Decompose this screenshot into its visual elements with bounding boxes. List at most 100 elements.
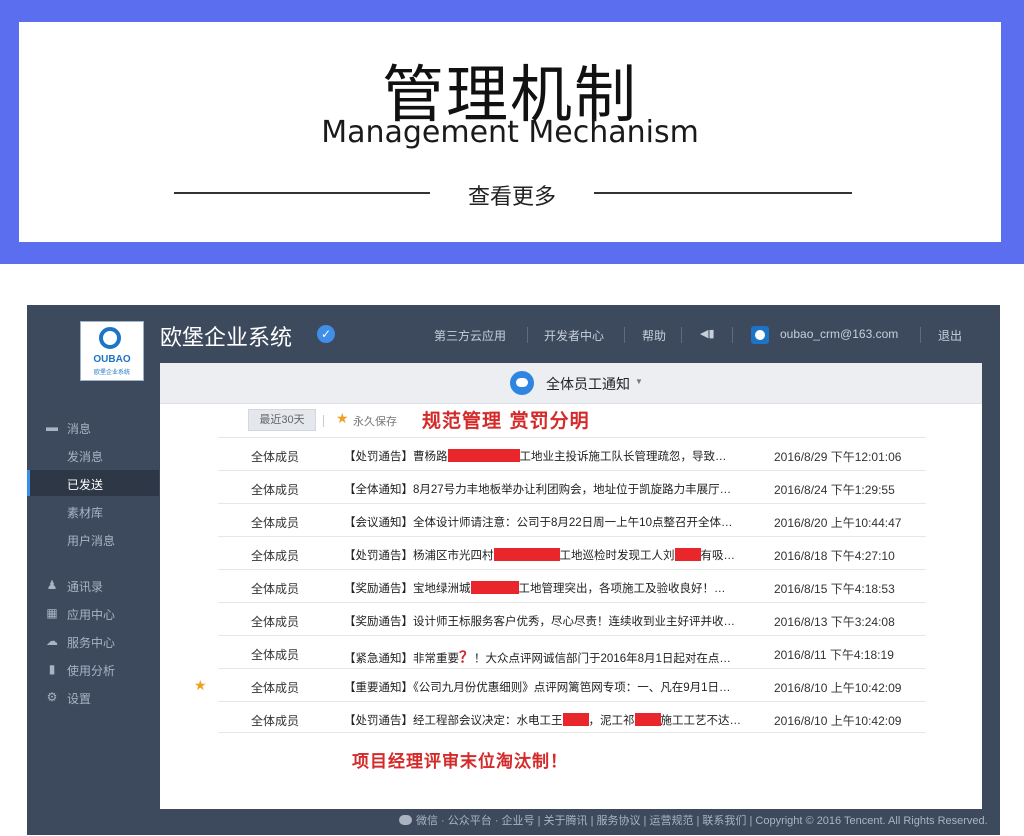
row-subject: 【处罚通告】经工程部会议决定：水电工王 ，泥工祁 施工工艺不达… <box>344 713 741 727</box>
app-window: OUBAO 欧堡企业系统 欧堡企业系统 ✓ 第三方云应用 开发者中心 帮助 ◀▮… <box>27 305 1000 835</box>
apps-grid-icon: ▦ <box>46 606 58 620</box>
chat-bubble-icon <box>510 371 534 395</box>
sidebar-item-label: 通讯录 <box>67 580 104 594</box>
message-panel: 全体员工通知 ▼ 最近30天 ★ 永久保存 规范管理 赏罚分明 全体成员 【处罚… <box>160 363 982 809</box>
star-icon: ★ <box>336 410 349 426</box>
sidebar-item-sent[interactable]: 已发送 <box>27 470 159 496</box>
gear-icon: ⚙ <box>46 690 58 704</box>
brand-name: 欧堡企业系统 <box>160 326 293 351</box>
filter-recent-30-days[interactable]: 最近30天 <box>248 409 316 431</box>
wechat-icon <box>399 815 412 825</box>
table-row[interactable]: 全体成员 【奖励通告】宝地绿洲城 工地管理突出，各项施工及验收良好！… 2016/… <box>218 569 926 603</box>
nav-developer-center[interactable]: 开发者中心 <box>544 327 604 347</box>
question-mark-annotation: ？ <box>459 649 475 666</box>
sidebar-item-label: 素材库 <box>67 506 104 520</box>
sidebar-item-messages[interactable]: ▬ 消息 <box>27 414 159 440</box>
sidebar-item-send[interactable]: 发消息 <box>27 442 159 468</box>
redaction-block <box>447 449 520 462</box>
account-email[interactable]: oubao_crm@163.com <box>780 327 898 347</box>
row-recipient: 全体成员 <box>251 516 300 530</box>
nav-help[interactable]: 帮助 <box>642 327 666 347</box>
row-time: 2016/8/10 上午10:42:09 <box>774 714 902 728</box>
sidebar-item-label: 服务中心 <box>67 636 116 650</box>
row-recipient: 全体成员 <box>251 549 300 563</box>
redaction-block <box>493 548 560 561</box>
copyright-text: 微信 · 公众平台 · 企业号 | 关于腾讯 | 服务协议 | 运营规范 | 联… <box>416 815 988 827</box>
company-logo[interactable]: OUBAO 欧堡企业系统 <box>80 321 144 381</box>
sidebar-item-label: 用户消息 <box>67 534 116 548</box>
nav-separator <box>920 327 921 343</box>
divider-right <box>594 192 852 194</box>
footer-links[interactable]: 微信 · 公众平台 · 企业号 | 关于腾讯 | 服务协议 | 运营规范 | 联… <box>399 812 988 828</box>
bar-chart-icon: ▮ <box>48 662 56 676</box>
banner-subtitle: Management Mechanism <box>321 115 699 150</box>
logo-ring-icon <box>99 327 121 349</box>
filter-permanent[interactable]: 永久保存 <box>353 413 397 429</box>
sidebar-item-service[interactable]: ☁ 服务中心 <box>27 628 159 654</box>
row-subject: 【重要通知】《公司九月份优惠细则》点评网篱笆网专项：一、凡在9月1日… <box>344 682 731 694</box>
redaction-block <box>562 713 589 726</box>
table-row[interactable]: 全体成员 【紧急通知】非常重要？！大众点评网诚信部门于2016年8月1日起对在点… <box>218 635 926 669</box>
logout-button[interactable]: 退出 <box>938 327 962 347</box>
sidebar-item-label: 使用分析 <box>67 664 116 678</box>
row-time: 2016/8/11 下午4:18:19 <box>774 648 894 662</box>
sidebar-item-settings[interactable]: ⚙ 设置 <box>27 684 159 710</box>
verified-check-icon: ✓ <box>317 325 335 343</box>
view-more-link[interactable]: 查看更多 <box>430 179 594 211</box>
divider-left <box>174 192 430 194</box>
table-row[interactable]: 全体成员 【处罚通告】经工程部会议决定：水电工王 ，泥工祁 施工工艺不达… 2016… <box>218 701 926 735</box>
row-subject: 【奖励通告】设计师王标服务客户优秀，尽心尽责！连续收到业主好评并收… <box>344 616 735 628</box>
cloud-icon: ☁ <box>46 634 58 648</box>
sidebar-item-analytics[interactable]: ▮ 使用分析 <box>27 656 159 682</box>
sidebar-item-apps[interactable]: ▦ 应用中心 <box>27 600 159 626</box>
sidebar-item-label: 应用中心 <box>67 608 116 622</box>
contacts-icon: ♟ <box>46 578 58 592</box>
logo-wordmark: OUBAO <box>93 354 131 365</box>
sidebar-item-contacts[interactable]: ♟ 通讯录 <box>27 572 159 598</box>
redaction-block <box>470 581 519 594</box>
sidebar-item-materials[interactable]: 素材库 <box>27 498 159 524</box>
redaction-block <box>634 713 661 726</box>
chevron-down-icon[interactable]: ▼ <box>635 377 643 386</box>
redaction-block <box>674 548 701 561</box>
row-recipient: 全体成员 <box>251 615 300 629</box>
row-time: 2016/8/18 下午4:27:10 <box>774 549 895 563</box>
nav-separator <box>527 327 528 343</box>
banner-card: 管理机制 Management Mechanism 查看更多 <box>19 22 1001 242</box>
table-row[interactable]: 全体成员 【处罚通告】曹杨路 工地业主投诉施工队长管理疏忽，导致… 2016/8/… <box>218 437 926 471</box>
row-recipient: 全体成员 <box>251 582 300 596</box>
row-subject: 【奖励通告】宝地绿洲城 工地管理突出，各项施工及验收良好！… <box>344 581 726 595</box>
row-time: 2016/8/15 下午4:18:53 <box>774 582 895 596</box>
star-icon[interactable]: ★ <box>194 677 207 694</box>
nav-separator <box>732 327 733 343</box>
row-subject: 【处罚通告】杨浦区市光四村 工地巡检时发现工人刘 有吸… <box>344 548 735 562</box>
sidebar-item-user-messages[interactable]: 用户消息 <box>27 526 159 552</box>
row-recipient: 全体成员 <box>251 681 300 695</box>
sidebar-item-label: 设置 <box>67 692 92 706</box>
table-row[interactable]: ★ 全体成员 【重要通知】《公司九月份优惠细则》点评网篱笆网专项：一、凡在9月1… <box>194 668 926 702</box>
row-time: 2016/8/13 下午3:24:08 <box>774 615 895 629</box>
nav-third-party-apps[interactable]: 第三方云应用 <box>434 327 506 347</box>
table-row[interactable]: 全体成员 【处罚通告】杨浦区市光四村 工地巡检时发现工人刘 有吸… 2016/8/1… <box>218 536 926 570</box>
user-avatar-icon[interactable] <box>751 326 769 344</box>
table-bottom-border <box>218 732 926 733</box>
speaker-icon[interactable]: ◀▮ <box>700 327 715 347</box>
row-recipient: 全体成员 <box>251 483 300 497</box>
message-icon: ▬ <box>46 420 58 434</box>
row-subject: 【会议通知】全体设计师请注意：公司于8月22日周一上午10点整召开全体… <box>344 517 733 529</box>
nav-separator <box>681 327 682 343</box>
sidebar-item-label: 已发送 <box>67 478 104 492</box>
headline-annotation: 规范管理 赏罚分明 <box>422 410 590 432</box>
channel-header[interactable]: 全体员工通知 ▼ <box>160 363 982 404</box>
row-subject: 【处罚通告】曹杨路 工地业主投诉施工队长管理疏忽，导致… <box>344 449 727 463</box>
row-subject: 【全体通知】8月27号力丰地板举办让利团购会，地址位于凯旋路力丰展厅… <box>344 484 732 496</box>
row-recipient: 全体成员 <box>251 714 300 728</box>
row-subject: 【紧急通知】非常重要？！大众点评网诚信部门于2016年8月1日起对在点… <box>344 649 731 666</box>
table-row[interactable]: 全体成员 【会议通知】全体设计师请注意：公司于8月22日周一上午10点整召开全体… <box>218 503 926 537</box>
table-row[interactable]: 全体成员 【奖励通告】设计师王标服务客户优秀，尽心尽责！连续收到业主好评并收… … <box>218 602 926 636</box>
sidebar-item-label: 消息 <box>67 422 92 436</box>
row-recipient: 全体成员 <box>251 450 300 464</box>
table-row[interactable]: 全体成员 【全体通知】8月27号力丰地板举办让利团购会，地址位于凯旋路力丰展厅…… <box>218 470 926 504</box>
row-time: 2016/8/24 下午1:29:55 <box>774 483 895 497</box>
filter-separator <box>323 415 324 427</box>
